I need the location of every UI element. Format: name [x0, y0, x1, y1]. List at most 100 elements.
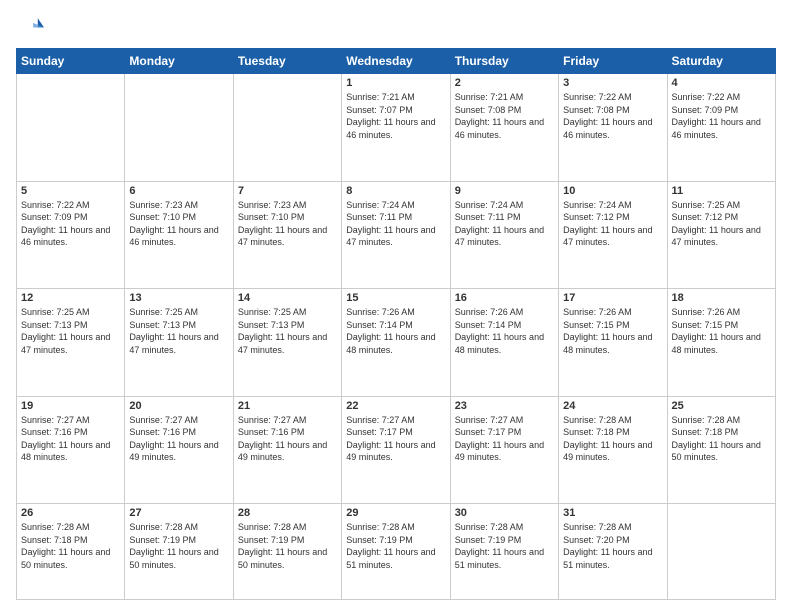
- calendar-cell: 3Sunrise: 7:22 AMSunset: 7:08 PMDaylight…: [559, 74, 667, 182]
- calendar-cell: 6 Sunrise: 7:23 AMSunset: 7:10 PMDaylight…: [125, 181, 233, 289]
- calendar-cell: 7Sunrise: 7:23 AMSunset: 7:10 PMDaylight…: [233, 181, 341, 289]
- day-number: 9: [455, 185, 554, 197]
- calendar-cell: 26Sunrise: 7:28 AMSunset: 7:18 PMDayligh…: [17, 504, 125, 600]
- day-info: Sunrise: 7:28 AMSunset: 7:18 PMDaylight:…: [672, 414, 771, 464]
- day-number: 5: [21, 185, 120, 197]
- calendar-cell: 21Sunrise: 7:27 AMSunset: 7:16 PMDayligh…: [233, 396, 341, 504]
- weekday-header-monday: Monday: [125, 49, 233, 74]
- calendar-cell: 5 Sunrise: 7:22 AMSunset: 7:09 PMDaylight…: [17, 181, 125, 289]
- day-info: Sunrise: 7:25 AMSunset: 7:13 PMDaylight:…: [238, 306, 337, 356]
- calendar-cell: 28 Sunrise: 7:28 AMSunset: 7:19 PMDayligh…: [233, 504, 341, 600]
- calendar-cell: 24 Sunrise: 7:28 AMSunset: 7:18 PMDayligh…: [559, 396, 667, 504]
- day-info: Sunrise: 7:23 AMSunset: 7:10 PMDaylight:…: [129, 199, 228, 249]
- calendar-cell: 27 Sunrise: 7:28 AMSunset: 7:19 PMDayligh…: [125, 504, 233, 600]
- calendar-cell: 9 Sunrise: 7:24 AMSunset: 7:11 PMDaylight…: [450, 181, 558, 289]
- calendar-cell: 1 Sunrise: 7:21 AMSunset: 7:07 PMDaylight…: [342, 74, 450, 182]
- day-number: 23: [455, 400, 554, 412]
- calendar-cell: 19 Sunrise: 7:27 AMSunset: 7:16 PMDayligh…: [17, 396, 125, 504]
- day-number: 28: [238, 507, 337, 519]
- day-number: 25: [672, 400, 771, 412]
- page: SundayMondayTuesdayWednesdayThursdayFrid…: [0, 0, 792, 612]
- calendar-cell: 23 Sunrise: 7:27 AMSunset: 7:17 PMDayligh…: [450, 396, 558, 504]
- weekday-header-tuesday: Tuesday: [233, 49, 341, 74]
- day-number: 26: [21, 507, 120, 519]
- day-info: Sunrise: 7:24 AMSunset: 7:11 PMDaylight:…: [346, 199, 445, 249]
- week-row-4: 19 Sunrise: 7:27 AMSunset: 7:16 PMDayligh…: [17, 396, 776, 504]
- weekday-header-saturday: Saturday: [667, 49, 775, 74]
- day-info: Sunrise: 7:24 AMSunset: 7:11 PMDaylight:…: [455, 199, 554, 249]
- day-number: 19: [21, 400, 120, 412]
- day-info: Sunrise: 7:28 AMSunset: 7:19 PMDaylight:…: [129, 521, 228, 571]
- day-number: 27: [129, 507, 228, 519]
- calendar-cell: 14 Sunrise: 7:25 AMSunset: 7:13 PMDayligh…: [233, 289, 341, 397]
- header: [16, 12, 776, 40]
- week-row-1: 1 Sunrise: 7:21 AMSunset: 7:07 PMDaylight…: [17, 74, 776, 182]
- weekday-header-friday: Friday: [559, 49, 667, 74]
- calendar-cell: 11 Sunrise: 7:25 AMSunset: 7:12 PMDayligh…: [667, 181, 775, 289]
- day-number: 18: [672, 292, 771, 304]
- day-number: 3: [563, 77, 662, 89]
- day-number: 22: [346, 400, 445, 412]
- calendar-cell: 18Sunrise: 7:26 AMSunset: 7:15 PMDayligh…: [667, 289, 775, 397]
- day-info: Sunrise: 7:22 AMSunset: 7:09 PMDaylight:…: [672, 91, 771, 141]
- day-number: 1: [346, 77, 445, 89]
- day-info: Sunrise: 7:21 AMSunset: 7:07 PMDaylight:…: [346, 91, 445, 141]
- logo: [16, 12, 48, 40]
- day-info: Sunrise: 7:28 AMSunset: 7:19 PMDaylight:…: [455, 521, 554, 571]
- calendar-cell: 22Sunrise: 7:27 AMSunset: 7:17 PMDayligh…: [342, 396, 450, 504]
- calendar-cell: [667, 504, 775, 600]
- day-info: Sunrise: 7:28 AMSunset: 7:20 PMDaylight:…: [563, 521, 662, 571]
- day-info: Sunrise: 7:26 AMSunset: 7:14 PMDaylight:…: [455, 306, 554, 356]
- calendar-cell: 16 Sunrise: 7:26 AMSunset: 7:14 PMDayligh…: [450, 289, 558, 397]
- calendar-table: SundayMondayTuesdayWednesdayThursdayFrid…: [16, 48, 776, 600]
- day-number: 17: [563, 292, 662, 304]
- day-number: 6: [129, 185, 228, 197]
- day-number: 20: [129, 400, 228, 412]
- calendar-cell: 4 Sunrise: 7:22 AMSunset: 7:09 PMDaylight…: [667, 74, 775, 182]
- day-info: Sunrise: 7:26 AMSunset: 7:15 PMDaylight:…: [563, 306, 662, 356]
- day-info: Sunrise: 7:28 AMSunset: 7:18 PMDaylight:…: [563, 414, 662, 464]
- weekday-header-sunday: Sunday: [17, 49, 125, 74]
- week-row-3: 12Sunrise: 7:25 AMSunset: 7:13 PMDayligh…: [17, 289, 776, 397]
- weekday-header-row: SundayMondayTuesdayWednesdayThursdayFrid…: [17, 49, 776, 74]
- week-row-5: 26Sunrise: 7:28 AMSunset: 7:18 PMDayligh…: [17, 504, 776, 600]
- calendar-cell: 25 Sunrise: 7:28 AMSunset: 7:18 PMDayligh…: [667, 396, 775, 504]
- day-number: 7: [238, 185, 337, 197]
- day-number: 24: [563, 400, 662, 412]
- day-info: Sunrise: 7:27 AMSunset: 7:16 PMDaylight:…: [21, 414, 120, 464]
- day-info: Sunrise: 7:27 AMSunset: 7:16 PMDaylight:…: [129, 414, 228, 464]
- week-row-2: 5 Sunrise: 7:22 AMSunset: 7:09 PMDaylight…: [17, 181, 776, 289]
- day-info: Sunrise: 7:25 AMSunset: 7:12 PMDaylight:…: [672, 199, 771, 249]
- weekday-header-wednesday: Wednesday: [342, 49, 450, 74]
- day-info: Sunrise: 7:28 AMSunset: 7:19 PMDaylight:…: [238, 521, 337, 571]
- day-number: 10: [563, 185, 662, 197]
- calendar-cell: 13Sunrise: 7:25 AMSunset: 7:13 PMDayligh…: [125, 289, 233, 397]
- day-info: Sunrise: 7:27 AMSunset: 7:17 PMDaylight:…: [455, 414, 554, 464]
- day-number: 15: [346, 292, 445, 304]
- calendar-cell: [17, 74, 125, 182]
- day-number: 2: [455, 77, 554, 89]
- calendar-cell: 15 Sunrise: 7:26 AMSunset: 7:14 PMDayligh…: [342, 289, 450, 397]
- day-number: 14: [238, 292, 337, 304]
- day-number: 13: [129, 292, 228, 304]
- calendar-cell: 12Sunrise: 7:25 AMSunset: 7:13 PMDayligh…: [17, 289, 125, 397]
- calendar-cell: 31 Sunrise: 7:28 AMSunset: 7:20 PMDayligh…: [559, 504, 667, 600]
- day-number: 4: [672, 77, 771, 89]
- calendar-cell: [125, 74, 233, 182]
- day-number: 11: [672, 185, 771, 197]
- calendar-cell: 30 Sunrise: 7:28 AMSunset: 7:19 PMDayligh…: [450, 504, 558, 600]
- day-info: Sunrise: 7:26 AMSunset: 7:14 PMDaylight:…: [346, 306, 445, 356]
- day-number: 16: [455, 292, 554, 304]
- weekday-header-thursday: Thursday: [450, 49, 558, 74]
- logo-icon: [16, 12, 44, 40]
- day-info: Sunrise: 7:28 AMSunset: 7:19 PMDaylight:…: [346, 521, 445, 571]
- calendar-cell: 2Sunrise: 7:21 AMSunset: 7:08 PMDaylight…: [450, 74, 558, 182]
- day-number: 21: [238, 400, 337, 412]
- day-info: Sunrise: 7:22 AMSunset: 7:09 PMDaylight:…: [21, 199, 120, 249]
- calendar-cell: 20 Sunrise: 7:27 AMSunset: 7:16 PMDayligh…: [125, 396, 233, 504]
- day-number: 29: [346, 507, 445, 519]
- day-info: Sunrise: 7:25 AMSunset: 7:13 PMDaylight:…: [21, 306, 120, 356]
- day-number: 31: [563, 507, 662, 519]
- calendar-cell: 10Sunrise: 7:24 AMSunset: 7:12 PMDayligh…: [559, 181, 667, 289]
- day-number: 30: [455, 507, 554, 519]
